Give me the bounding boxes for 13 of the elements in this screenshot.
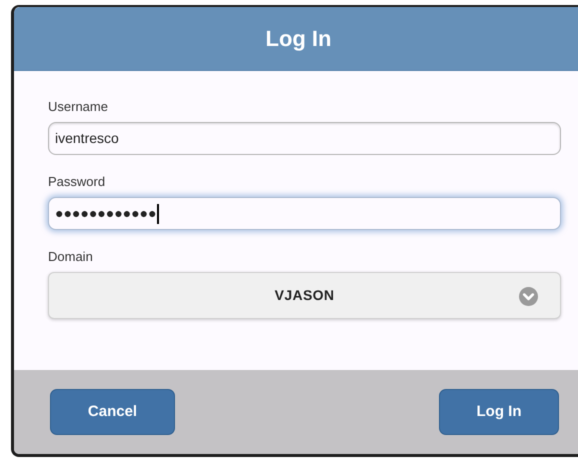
password-field[interactable]: ●●●●●●●●●●●● bbox=[48, 197, 561, 230]
field-label: Domain bbox=[48, 248, 93, 266]
field-label: Username bbox=[48, 98, 108, 116]
domain-dropdown[interactable]: VJASON bbox=[48, 272, 561, 319]
chevron-down-icon bbox=[519, 287, 538, 306]
field-value: iventresco bbox=[55, 129, 119, 148]
username-field[interactable]: iventresco bbox=[48, 122, 561, 155]
field-value: ●●●●●●●●●●●● bbox=[55, 204, 156, 223]
dialog-title: Log In bbox=[266, 25, 332, 53]
text-cursor bbox=[157, 204, 159, 224]
login-button[interactable]: Log In bbox=[439, 389, 559, 435]
cancel-button[interactable]: Cancel bbox=[50, 389, 175, 435]
field-label: Password bbox=[48, 173, 106, 191]
